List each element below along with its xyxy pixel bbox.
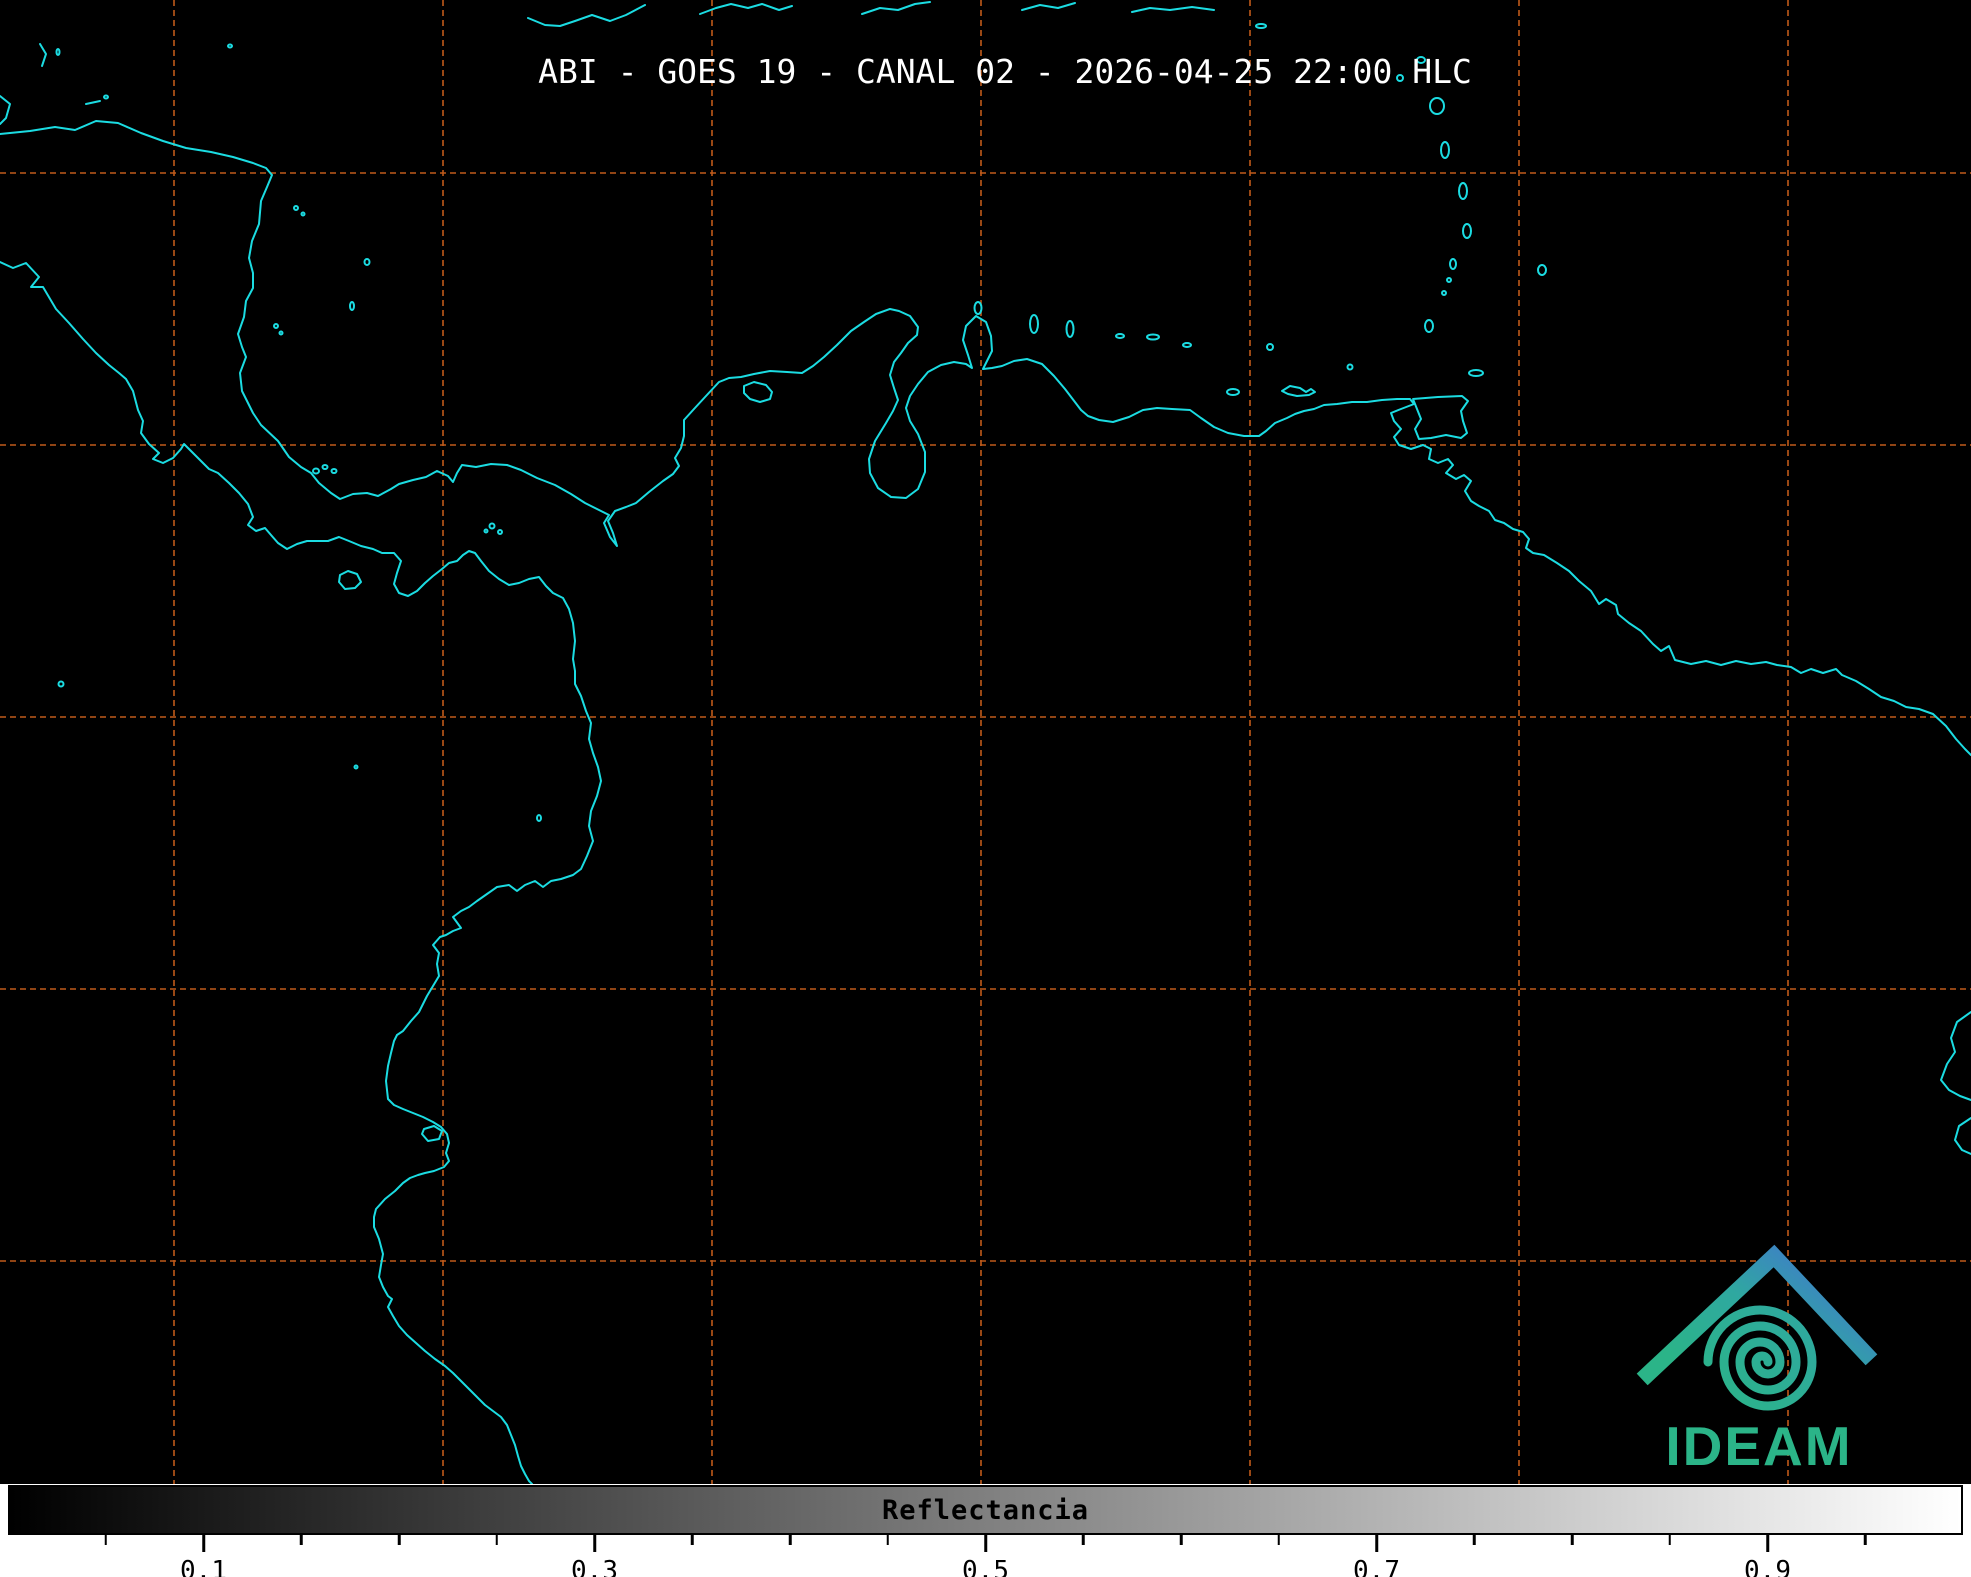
map-area: IDEAM ABI - GOES 19 - CANAL 02 - 2026-04… [0,0,1971,1484]
coast-fragment-jamaica [528,5,645,26]
colorbar-major-tick [1375,1535,1379,1552]
coast-fragment-amazon-north [1941,1012,1971,1100]
colorbar-major-tick [1766,1535,1770,1552]
logo-text: IDEAM [1665,1415,1852,1477]
colorbar-tick-label: 0.7 [1353,1556,1400,1577]
coast-fragment-puerto-rico [1132,7,1214,12]
island-la-blanquilla [1267,344,1273,350]
island-corn-1 [274,324,278,328]
colorbar-minor-tick [1669,1535,1672,1545]
island-grenadines [1442,291,1446,295]
island-swan [228,45,232,48]
colorbar-minor-tick [496,1535,499,1545]
island-martinique [1459,183,1467,199]
island-guanaja [104,96,108,99]
island-la-tortuga [1227,389,1239,395]
colorbar-tick-label: 0.5 [962,1556,1009,1577]
island-miskito-cay-2 [302,213,305,216]
colorbar-major-tick [593,1535,597,1552]
island-aruba [975,302,982,314]
island-guadeloupe [1430,98,1444,114]
island-perlas-1 [490,524,495,529]
coast-fragment-amazon-south [1955,1118,1971,1154]
island-bocas-2 [323,465,328,469]
colorbar-tick-label: 0.3 [571,1556,618,1577]
island-tobago [1469,370,1483,376]
colorbar-minor-tick [887,1535,890,1545]
colorbar-minor-tick [1571,1535,1574,1545]
colorbar-gradient: Reflectancia [8,1485,1963,1535]
island-providencia [365,259,370,265]
colorbar: Reflectancia 0.1 0.3 0.5 0.7 0.9 [0,1484,1971,1577]
lagoon-cienaga-santa-marta [744,382,772,402]
island-las-aves [1116,334,1124,338]
island-los-roques [1147,335,1159,340]
colorbar-minor-tick [1082,1535,1085,1545]
island-cocos [59,682,64,687]
coast-fragment-dominican-east [1022,3,1075,10]
coast-caribbean-mainland [0,121,1971,755]
colorbar-major-tick [202,1535,206,1552]
ideam-logo: IDEAM [1648,1256,1866,1477]
island-bocas-3 [332,469,337,473]
island-coiba [339,571,361,589]
island-curacao [1030,315,1038,333]
island-perlas-2 [498,530,502,534]
colorbar-minor-tick [691,1535,694,1545]
colorbar-minor-tick [398,1535,401,1545]
island-st-vincent [1450,259,1456,269]
island-roatan [86,101,100,104]
colorbar-minor-tick [1473,1535,1476,1545]
map-svg: IDEAM [0,0,1971,1484]
island-st-croix [1256,24,1266,28]
island-san-andres [350,302,354,310]
island-trinidad [1413,396,1468,439]
island-bocas-1 [313,469,319,474]
island-barbados [1538,265,1546,275]
colorbar-minor-tick [105,1535,108,1545]
island-bonaire [1067,321,1074,337]
colorbar-minor-tick [300,1535,303,1545]
coast-fragment-belize [0,96,10,124]
island-grenada [1425,320,1433,332]
coast-fragment-haiti [700,4,792,14]
logo-swirl-icon [1708,1310,1812,1406]
colorbar-minor-tick [1180,1535,1183,1545]
colorbar-major-tick [984,1535,988,1552]
island-perlas-3 [485,530,488,533]
colorbar-minor-tick [1278,1535,1281,1545]
colorbar-minor-tick [789,1535,792,1545]
satellite-figure: IDEAM ABI - GOES 19 - CANAL 02 - 2026-04… [0,0,1971,1577]
island-la-orchila [1183,343,1191,347]
island-bequia [1447,278,1451,282]
colorbar-minor-tick [1864,1535,1867,1545]
colorbar-tick-label: 0.9 [1744,1556,1791,1577]
island-corn-2 [280,332,283,335]
colorbar-label: Reflectancia [882,1495,1089,1526]
colorbar-tick-label: 0.1 [180,1556,227,1577]
island-puna [422,1126,442,1141]
island-turneffe [40,44,46,66]
island-margarita [1282,386,1315,396]
island-miskito-cay-1 [294,206,298,210]
island-dominica [1441,142,1449,158]
page-title: ABI - GOES 19 - CANAL 02 - 2026-04-25 22… [538,52,1472,91]
island-los-testigos [1348,365,1353,370]
island-gorgona [537,815,541,821]
coast-fragment-dominican-west [862,2,930,14]
island-lighthouse-reef [57,49,60,55]
graticule [0,0,1971,1484]
island-st-lucia [1463,224,1471,238]
island-malpelo [355,766,358,769]
